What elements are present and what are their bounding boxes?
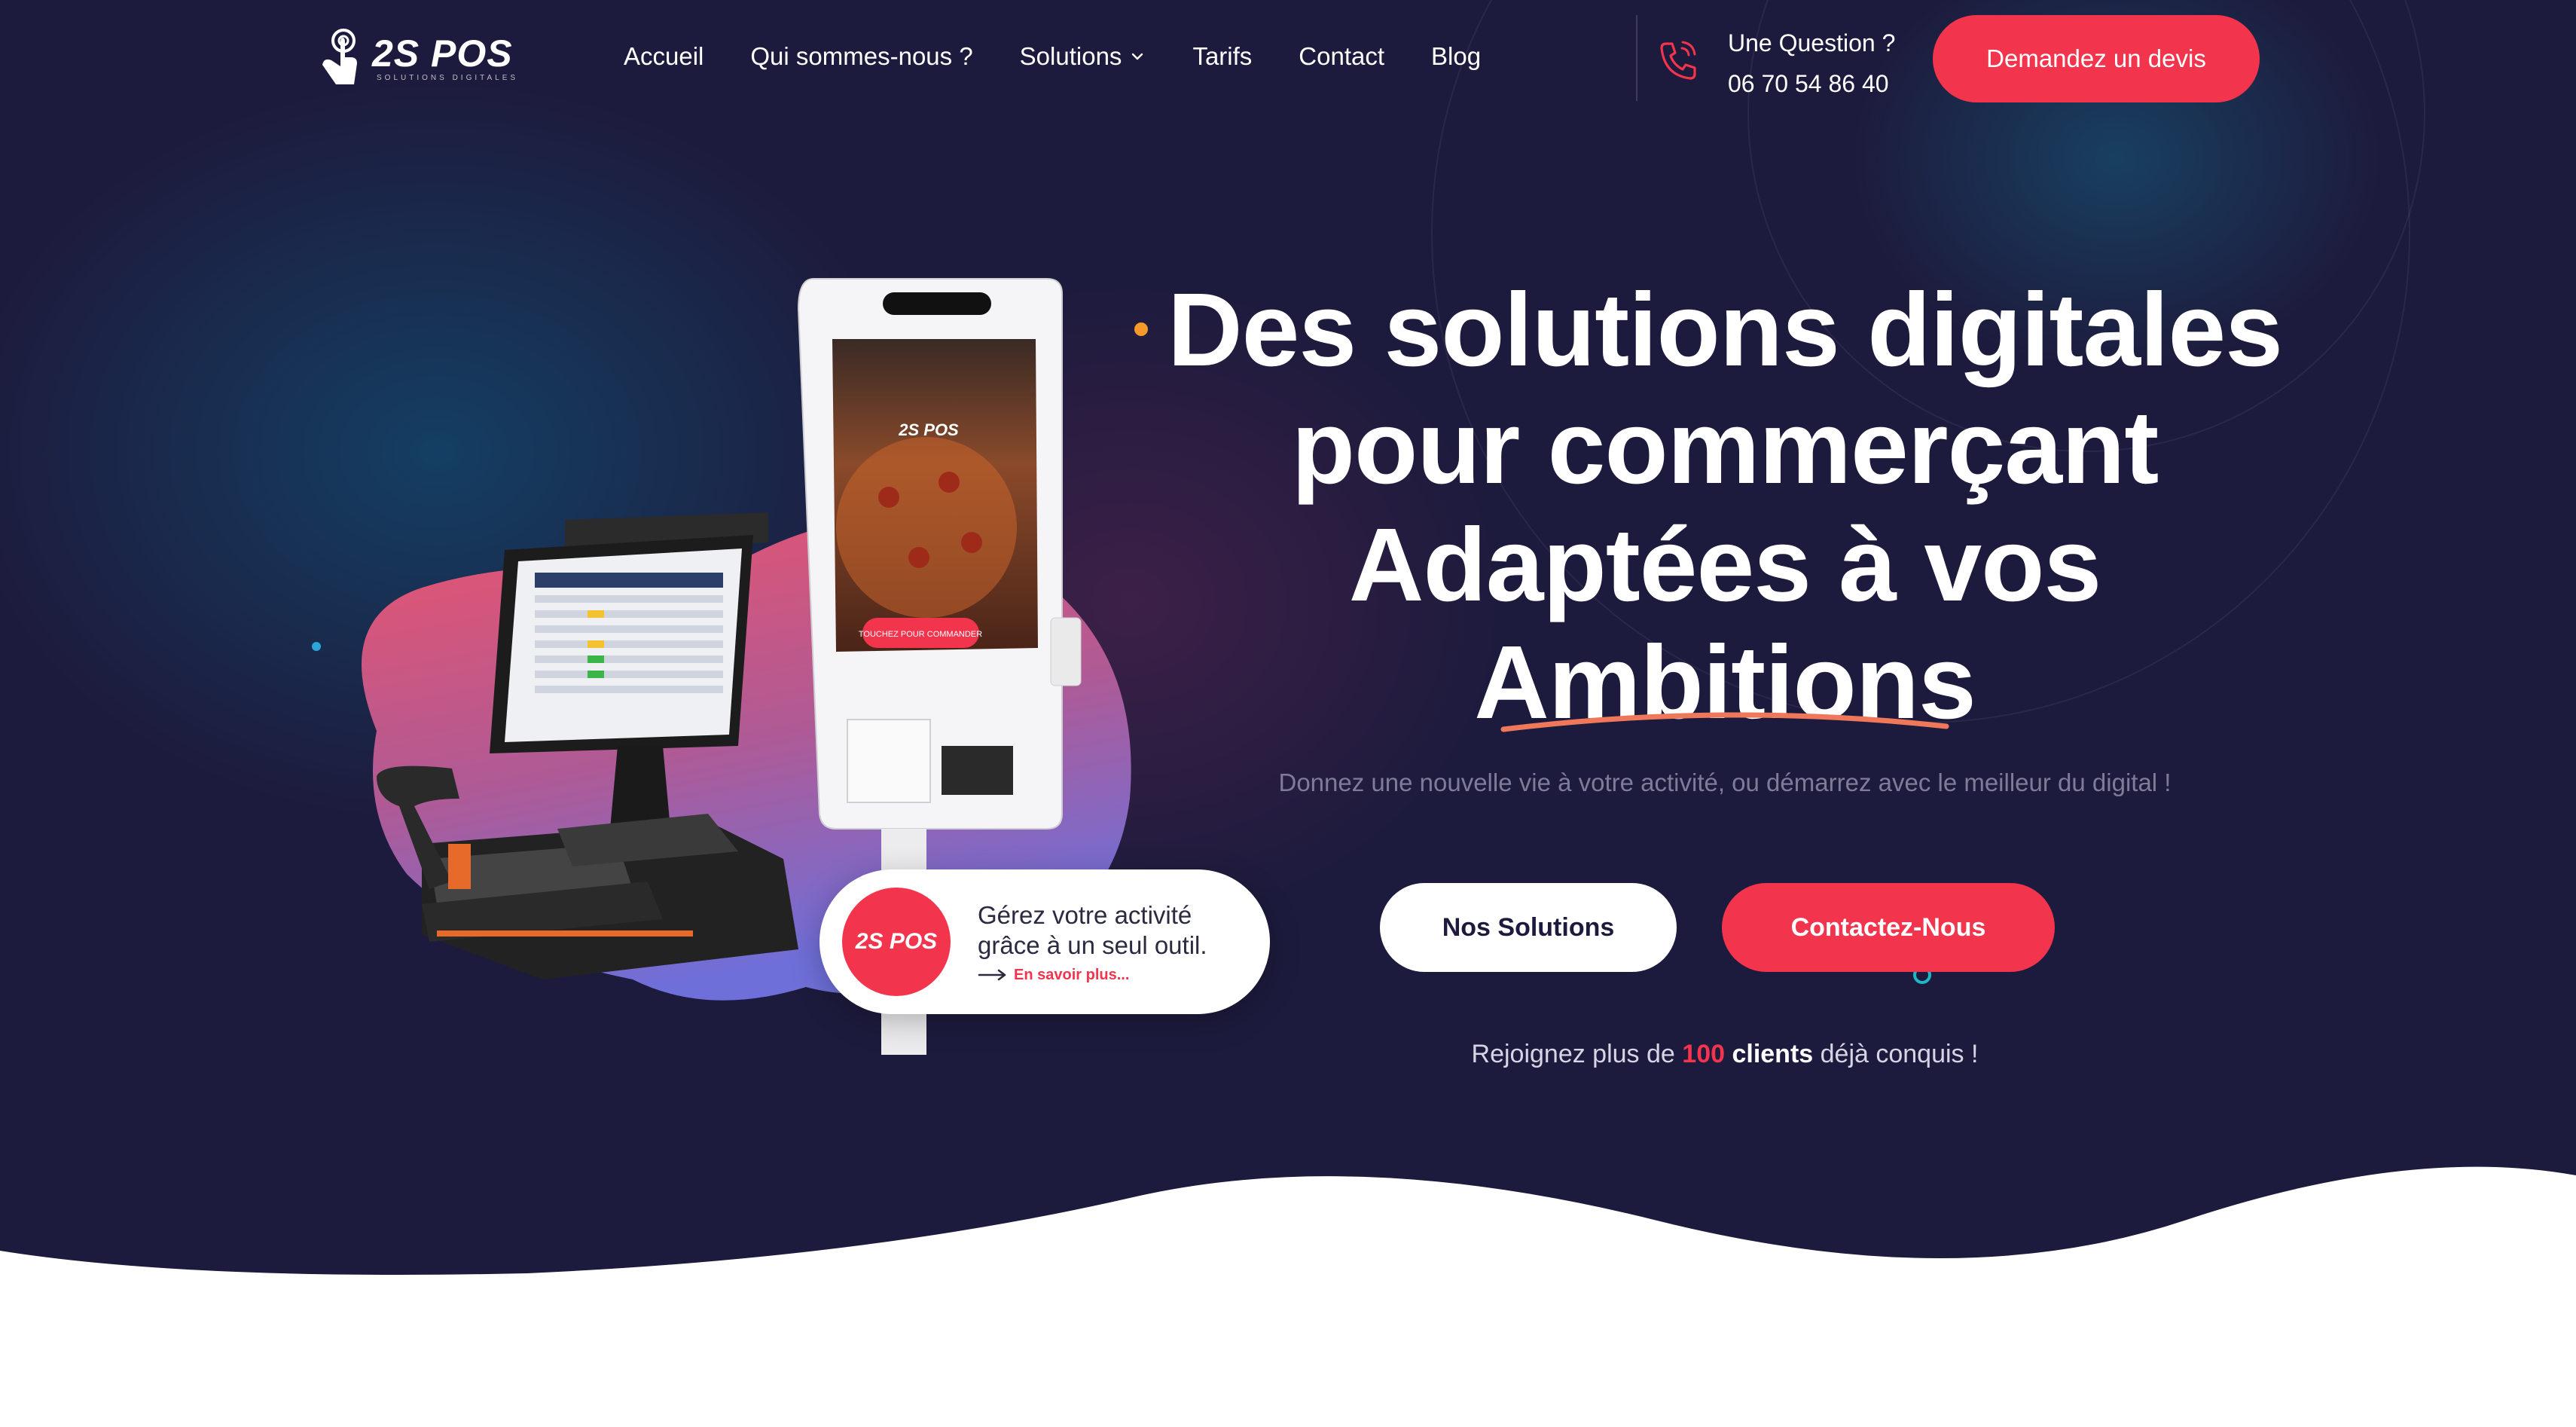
social-proof: Rejoignez plus de 100 clients déjà conqu… xyxy=(1160,1040,2290,1069)
callout-badge-text: 2S POS xyxy=(855,929,938,954)
social-proof-noun: clients xyxy=(1732,1040,1814,1068)
kiosk-brand: 2S POS xyxy=(898,420,959,439)
logo-tagline: SOLUTIONS DIGITALES xyxy=(377,73,519,82)
decorative-dot xyxy=(1134,322,1148,336)
nav-item-solutions[interactable]: Solutions xyxy=(1020,42,1146,71)
nav-item-blog[interactable]: Blog xyxy=(1431,42,1481,71)
nav-item-contact[interactable]: Contact xyxy=(1299,42,1384,71)
hero-title-line-1: Des solutions digitales xyxy=(1167,272,2283,388)
callout-line-2: grâce à un seul outil. xyxy=(978,930,1207,959)
bottom-wave xyxy=(0,1166,2576,1427)
nav-item-solutions-label: Solutions xyxy=(1019,42,1122,70)
social-proof-prefix: Rejoignez plus de xyxy=(1471,1040,1675,1068)
hero-subtitle: Donnez une nouvelle vie à votre activité… xyxy=(1278,769,2172,796)
callout-badge: 2S POS xyxy=(842,888,951,996)
nav-item-accueil[interactable]: Accueil xyxy=(624,42,704,71)
nav-item-tarifs[interactable]: Tarifs xyxy=(1192,42,1252,71)
callout-link-label: En savoir plus... xyxy=(1014,966,1130,983)
arrow-right-icon xyxy=(978,969,1006,981)
contact-us-button[interactable]: Contactez-Nous xyxy=(1722,883,2055,972)
callout-line-1: Gérez votre activité xyxy=(978,900,1192,929)
phone-icon xyxy=(1660,41,1696,80)
hero-title-line-3: Adaptées à vos xyxy=(1348,507,2101,623)
hero-title: Des solutions digitales pour commerçant … xyxy=(1160,271,2290,741)
hand-touch-icon xyxy=(322,29,357,84)
chevron-down-icon xyxy=(1132,53,1143,60)
hero-title-line-2: pour commerçant xyxy=(1291,390,2159,506)
logo[interactable]: 2S POS SOLUTIONS DIGITALES xyxy=(315,27,518,89)
our-solutions-button[interactable]: Nos Solutions xyxy=(1380,883,1677,972)
main-nav: Accueil Qui sommes-nous ? Solutions Tari… xyxy=(624,42,1481,71)
callout-more-link[interactable]: En savoir plus... xyxy=(978,967,1207,984)
phone-number[interactable]: 06 70 54 86 40 xyxy=(1728,63,1895,104)
callout-card[interactable]: 2S POS Gérez votre activité grâce à un s… xyxy=(819,869,1270,1014)
client-count: 100 xyxy=(1682,1040,1726,1068)
logo-name: 2S POS xyxy=(372,32,513,75)
social-proof-suffix: déjà conquis ! xyxy=(1820,1040,1979,1068)
title-underline xyxy=(1500,712,1949,732)
decorative-dot xyxy=(312,642,321,651)
question-label: Une Question ? xyxy=(1728,29,1896,57)
nav-item-qui-sommes-nous[interactable]: Qui sommes-nous ? xyxy=(750,42,972,71)
contact-question[interactable]: Une Question ? 06 70 54 86 40 xyxy=(1728,23,1895,104)
request-quote-button[interactable]: Demandez un devis xyxy=(1933,15,2260,102)
hero-section: 2S POS SOLUTIONS DIGITALES Accueil Qui s… xyxy=(0,0,2576,1427)
header-divider xyxy=(1636,15,1637,101)
kiosk-order-button: TOUCHEZ POUR COMMANDER xyxy=(859,630,982,639)
